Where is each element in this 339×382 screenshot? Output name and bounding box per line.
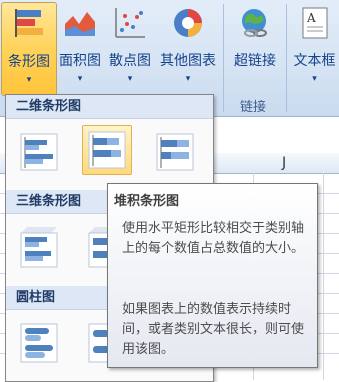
cylinder-clustered-bar-option[interactable]: [14, 317, 64, 367]
textbox-icon: A: [302, 7, 327, 39]
3d-clustered-bar-icon: [20, 227, 58, 268]
area-chart-button[interactable]: 面积图 ▾: [56, 2, 104, 94]
group-separator: [286, 4, 287, 112]
svg-text:A: A: [306, 11, 316, 25]
bar-chart-icon: [15, 9, 43, 37]
chevron-down-icon: ▾: [127, 74, 133, 84]
100-stacked-bar-option[interactable]: [150, 127, 200, 177]
group-label-links: 链接: [240, 100, 267, 115]
stacked-bar-option[interactable]: [82, 125, 132, 175]
chevron-down-icon: ▾: [312, 74, 317, 84]
other-charts-button[interactable]: 其他图表 ▾: [156, 2, 220, 94]
other-charts-icon: [174, 9, 202, 37]
clustered-bar-option[interactable]: [14, 127, 64, 177]
cylinder-clustered-bar-icon: [20, 323, 58, 363]
tooltip-usage-hint: 如果图表上的数值表示持续时间，或者类别文本很长，则可使用该图。: [122, 302, 305, 357]
chevron-down-icon: ▾: [77, 74, 83, 84]
hyperlink-button[interactable]: 超链接: [228, 2, 282, 94]
grid-line: [323, 173, 324, 380]
chevron-down-icon: ▾: [26, 75, 32, 85]
column-header-j[interactable]: J: [282, 155, 286, 171]
group-separator: [223, 4, 224, 112]
100-stacked-bar-icon: [156, 133, 194, 171]
tooltip-description: 使用水平矩形比较相交于类别轴上的每个数值占总数值的大小。: [122, 221, 305, 256]
tooltip-title: 堆积条形图: [114, 194, 180, 209]
section-header-2d-bar: 二维条形图: [6, 95, 213, 119]
stacked-bar-tooltip: 堆积条形图 使用水平矩形比较相交于类别轴上的每个数值占总数值的大小。 如果图表上…: [107, 183, 318, 368]
bar-chart-button[interactable]: 条形图 ▾: [1, 2, 57, 96]
clustered-bar-icon: [20, 133, 58, 171]
area-chart-icon: [65, 12, 95, 36]
stacked-bar-icon: [88, 131, 126, 169]
hyperlink-icon: [242, 9, 267, 37]
scatter-chart-button[interactable]: 散点图 ▾: [105, 2, 155, 94]
chevron-down-icon: ▾: [185, 74, 191, 84]
textbox-button[interactable]: A 文本框 ▾: [290, 2, 339, 94]
scatter-chart-icon: [115, 8, 145, 38]
3d-clustered-bar-option[interactable]: [14, 222, 64, 272]
